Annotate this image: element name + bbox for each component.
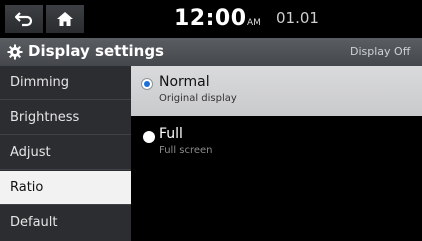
status-bar: 12:00 AM 01.01 bbox=[0, 0, 422, 38]
sidebar: Dimming Brightness Adjust Ratio Default bbox=[0, 66, 131, 241]
page-title: Display settings bbox=[28, 42, 164, 60]
back-button[interactable] bbox=[5, 5, 43, 33]
option-description: Full screen bbox=[159, 145, 213, 156]
ratio-options: Normal Original display Full Full screen bbox=[131, 66, 422, 241]
sidebar-item-label: Ratio bbox=[10, 180, 44, 195]
sidebar-item-label: Brightness bbox=[10, 110, 80, 125]
option-label: Normal bbox=[159, 74, 210, 90]
home-button[interactable] bbox=[46, 5, 84, 33]
sidebar-item-ratio[interactable]: Ratio bbox=[0, 171, 131, 205]
option-full[interactable]: Full Full screen bbox=[131, 118, 422, 168]
sidebar-item-adjust[interactable]: Adjust bbox=[0, 136, 131, 170]
title-bar: Display settings Display Off bbox=[0, 38, 422, 66]
clock-date: 01.01 bbox=[276, 9, 319, 27]
display-off-button[interactable]: Display Off bbox=[350, 45, 410, 58]
clock-ampm: AM bbox=[247, 18, 261, 28]
screen: 12:00 AM 01.01 Display settings Display … bbox=[0, 0, 422, 241]
sidebar-item-label: Dimming bbox=[10, 75, 70, 90]
home-icon bbox=[57, 12, 73, 26]
sidebar-item-dimming[interactable]: Dimming bbox=[0, 66, 131, 100]
radio-selected-icon[interactable] bbox=[141, 78, 153, 90]
option-normal[interactable]: Normal Original display bbox=[131, 66, 422, 116]
sidebar-item-default[interactable]: Default bbox=[0, 206, 131, 240]
back-arrow-icon bbox=[14, 12, 33, 27]
sidebar-item-brightness[interactable]: Brightness bbox=[0, 101, 131, 135]
sidebar-item-label: Default bbox=[10, 215, 58, 230]
gear-icon bbox=[7, 44, 23, 60]
option-label: Full bbox=[159, 126, 183, 142]
clock-time: 12:00 bbox=[174, 6, 247, 31]
sidebar-item-label: Adjust bbox=[10, 145, 51, 160]
option-description: Original display bbox=[159, 93, 237, 104]
radio-unselected-icon[interactable] bbox=[143, 131, 155, 143]
